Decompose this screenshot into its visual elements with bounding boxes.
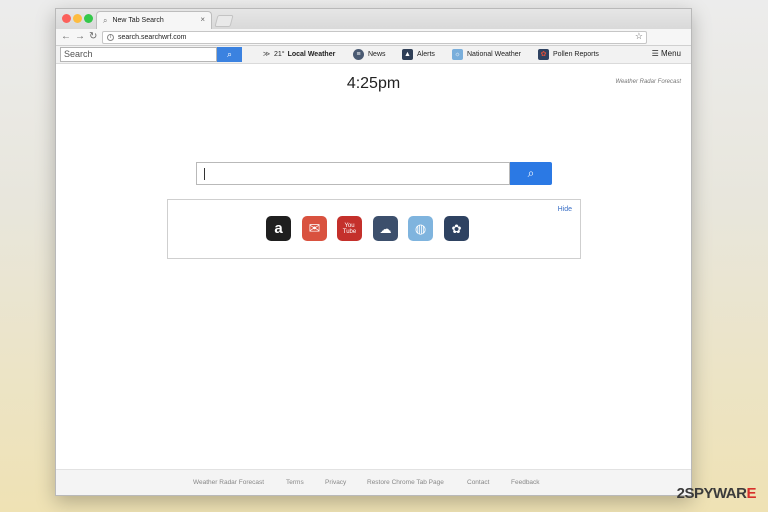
footer-link-contact[interactable]: Contact [467, 479, 489, 486]
tab-strip: ⌕ New Tab Search × [56, 9, 691, 29]
footer-link-privacy[interactable]: Privacy [325, 479, 346, 486]
address-bar[interactable]: i search.searchwrf.com [102, 31, 647, 44]
weather-icon[interactable]: ☁ [373, 216, 398, 241]
extension-toolbar: Search ⌕ ≫ 21° Local Weather ≡ News ▲ Al… [56, 46, 691, 64]
hide-link[interactable]: Hide [558, 206, 572, 213]
new-tab-button[interactable] [214, 15, 234, 27]
footer-link-feedback[interactable]: Feedback [511, 479, 540, 486]
news-label: News [368, 51, 386, 58]
text-caret [204, 168, 205, 180]
info-icon[interactable]: i [107, 34, 114, 41]
tab-new-tab-search[interactable]: ⌕ New Tab Search × [96, 11, 212, 29]
shortcuts-panel: Hide a ✉ You Tube ☁ ◍ ✿ [167, 199, 581, 259]
main-search-input[interactable] [196, 162, 510, 185]
watermark-text: 2SPYWAR [676, 485, 747, 502]
footer-link-radar[interactable]: Weather Radar Forecast [193, 479, 264, 486]
watermark-accent: E [746, 485, 756, 502]
search-icon: ⌕ [226, 49, 233, 59]
main-search-button[interactable]: ⌕ [510, 162, 552, 185]
wind-icon: ≫ [262, 51, 271, 58]
back-icon[interactable]: ← [61, 31, 71, 43]
search-icon: ⌕ [527, 166, 535, 180]
news-icon: ≡ [353, 49, 364, 60]
close-window-button[interactable] [62, 14, 71, 23]
watermark-logo: 2SPYWARE [676, 485, 757, 502]
alerts-link[interactable]: ▲ Alerts [402, 49, 435, 60]
toolbar-search-input[interactable]: Search [60, 47, 217, 62]
forward-icon[interactable]: → [75, 31, 85, 43]
zoom-window-button[interactable] [84, 14, 93, 23]
menu-button[interactable]: ☰ Menu [652, 49, 681, 58]
clock-time: 4:25pm [346, 75, 401, 92]
news-link[interactable]: ≡ News [353, 49, 386, 60]
alerts-label: Alerts [417, 51, 435, 58]
national-weather-label: National Weather [467, 51, 521, 58]
pollen-reports-link[interactable]: ✿ Pollen Reports [538, 49, 599, 60]
menu-label: Menu [660, 49, 681, 58]
flower-icon[interactable]: ✿ [444, 216, 469, 241]
national-weather-link[interactable]: ☼ National Weather [452, 49, 521, 60]
mail-icon[interactable]: ✉ [302, 216, 327, 241]
weather-radar-link[interactable]: Weather Radar Forecast [615, 79, 681, 85]
hamburger-icon: ☰ [651, 49, 659, 58]
browser-window: ⌕ New Tab Search × ← → ↻ i search.search… [55, 8, 692, 496]
search-icon: ⌕ [103, 15, 108, 25]
navigation-bar: ← → ↻ i search.searchwrf.com ☆ [56, 29, 691, 46]
url-text: search.searchwrf.com [118, 34, 187, 41]
national-weather-icon: ☼ [452, 49, 463, 60]
alerts-icon: ▲ [402, 49, 413, 60]
pollen-label: Pollen Reports [553, 51, 599, 58]
close-icon[interactable]: × [200, 15, 205, 24]
footer-link-terms[interactable]: Terms [286, 479, 304, 486]
tab-title: New Tab Search [112, 17, 164, 24]
footer-link-restore[interactable]: Restore Chrome Tab Page [367, 479, 444, 486]
bookmark-star-icon[interactable]: ☆ [635, 31, 643, 42]
amazon-icon[interactable]: a [266, 216, 291, 241]
reload-icon[interactable]: ↻ [89, 31, 97, 43]
local-weather-link[interactable]: ≫ 21° Local Weather [262, 49, 335, 60]
globe-icon[interactable]: ◍ [408, 216, 433, 241]
toolbar-search-button[interactable]: ⌕ [217, 47, 242, 62]
youtube-icon[interactable]: You Tube [337, 216, 362, 241]
minimize-window-button[interactable] [73, 14, 82, 23]
weather-label: Local Weather [287, 51, 336, 58]
footer: Weather Radar Forecast Terms Privacy Res… [56, 469, 691, 495]
pollen-icon: ✿ [538, 49, 549, 60]
weather-temp: 21° [274, 51, 285, 58]
